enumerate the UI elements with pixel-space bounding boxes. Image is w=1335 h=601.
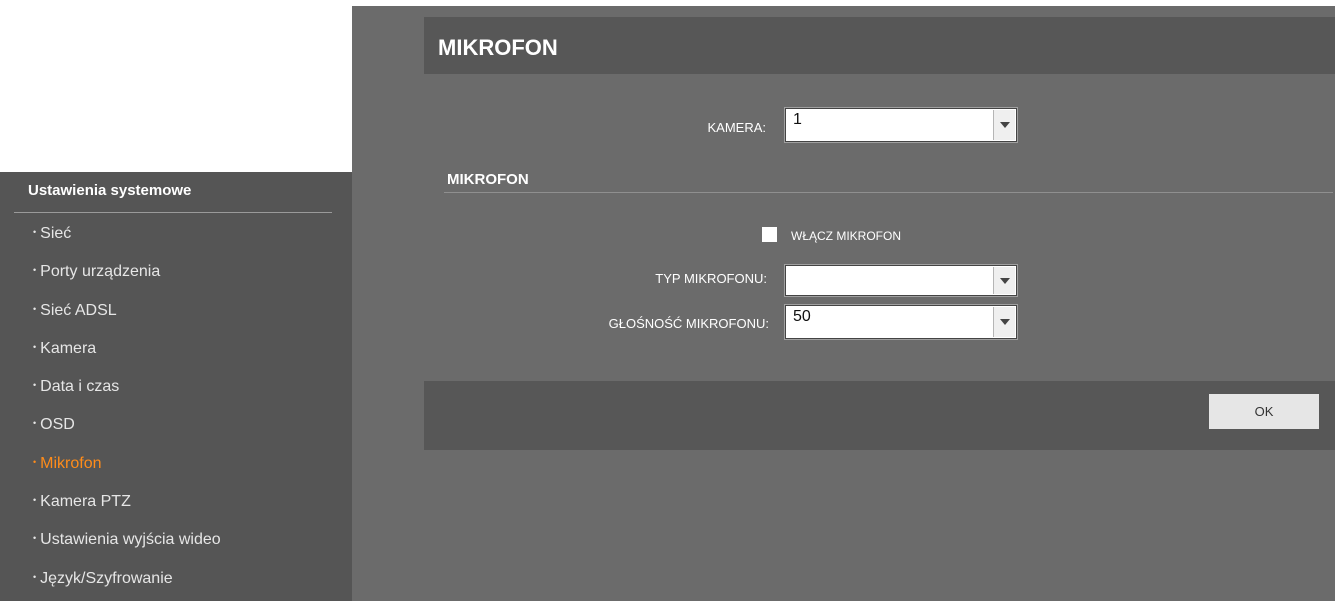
sidebar-item-label: Kamera PTZ [40, 493, 131, 511]
sidebar-title: Ustawienia systemowe [28, 182, 192, 199]
sidebar-item-kamera[interactable]: • Kamera [0, 332, 352, 370]
sidebar-item-kamera-ptz[interactable]: • Kamera PTZ [0, 485, 352, 523]
bullet-icon: • [33, 303, 37, 314]
page-header: MIKROFON [424, 17, 1335, 74]
sidebar-item-label: Data i czas [40, 378, 120, 396]
sidebar-item-mikrofon[interactable]: • Mikrofon [0, 447, 352, 485]
bullet-icon: • [33, 456, 37, 467]
mic-type-select[interactable] [784, 264, 1018, 297]
mic-volume-label: GŁOŚNOŚĆ MIKROFONU: [608, 316, 769, 331]
sidebar: Ustawienia systemowe • Sieć • Porty urządz… [0, 172, 352, 601]
section-title: MIKROFON [447, 171, 529, 188]
mic-volume-select-value: 50 [793, 308, 811, 325]
main-panel: MIKROFON KAMERA: 1 MIKROFON WŁĄCZ MIKROF… [352, 6, 1335, 601]
sidebar-item-data-i-czas[interactable]: • Data i czas [0, 370, 352, 408]
chevron-down-icon[interactable] [993, 267, 1015, 294]
bullet-icon: • [33, 418, 37, 429]
sidebar-item-osd[interactable]: • OSD [0, 408, 352, 446]
sidebar-item-label: Ustawienia wyjścia wideo [40, 531, 221, 549]
mic-volume-select[interactable]: 50 [784, 304, 1018, 340]
bullet-icon: • [33, 380, 37, 391]
chevron-down-icon[interactable] [993, 307, 1015, 337]
sidebar-item-jezyk-szyfrowanie[interactable]: • Język/Szyfrowanie [0, 562, 352, 600]
sidebar-item-label: Kamera [40, 339, 97, 357]
page-title: MIKROFON [438, 35, 558, 60]
bullet-icon: • [33, 341, 37, 352]
camera-select-value: 1 [793, 111, 802, 128]
camera-select[interactable]: 1 [784, 107, 1018, 143]
bullet-icon: • [33, 495, 37, 506]
sidebar-item-porty-urzadzenia[interactable]: • Porty urządzenia [0, 255, 352, 293]
sidebar-menu: • Sieć • Porty urządzenia • Sieć ADSL • Kame… [0, 217, 352, 600]
sidebar-item-label: Mikrofon [40, 454, 102, 472]
bullet-icon: • [33, 227, 37, 237]
bullet-icon: • [33, 533, 37, 544]
camera-label: KAMERA: [707, 120, 766, 135]
sidebar-item-label: OSD [40, 416, 75, 434]
chevron-down-icon[interactable] [993, 110, 1015, 140]
footer-bar: OK [424, 381, 1335, 450]
ok-button[interactable]: OK [1209, 394, 1319, 429]
sidebar-item-siec-adsl[interactable]: • Sieć ADSL [0, 294, 352, 332]
sidebar-item-label: Sieć [40, 225, 72, 242]
enable-microphone-checkbox[interactable] [762, 227, 777, 242]
sidebar-divider [14, 212, 332, 213]
enable-microphone-label: WŁĄCZ MIKROFON [791, 229, 901, 243]
sidebar-item-label: Porty urządzenia [40, 263, 161, 281]
sidebar-item-label: Język/Szyfrowanie [40, 569, 173, 587]
bullet-icon: • [33, 265, 37, 276]
sidebar-item-siec[interactable]: • Sieć [0, 217, 352, 255]
mic-type-label: TYP MIKROFONU: [655, 271, 767, 286]
section-divider [444, 192, 1333, 193]
sidebar-item-label: Sieć ADSL [40, 301, 117, 319]
bullet-icon: • [33, 571, 37, 582]
sidebar-item-ustawienia-wyjscia-wideo[interactable]: • Ustawienia wyjścia wideo [0, 523, 352, 561]
